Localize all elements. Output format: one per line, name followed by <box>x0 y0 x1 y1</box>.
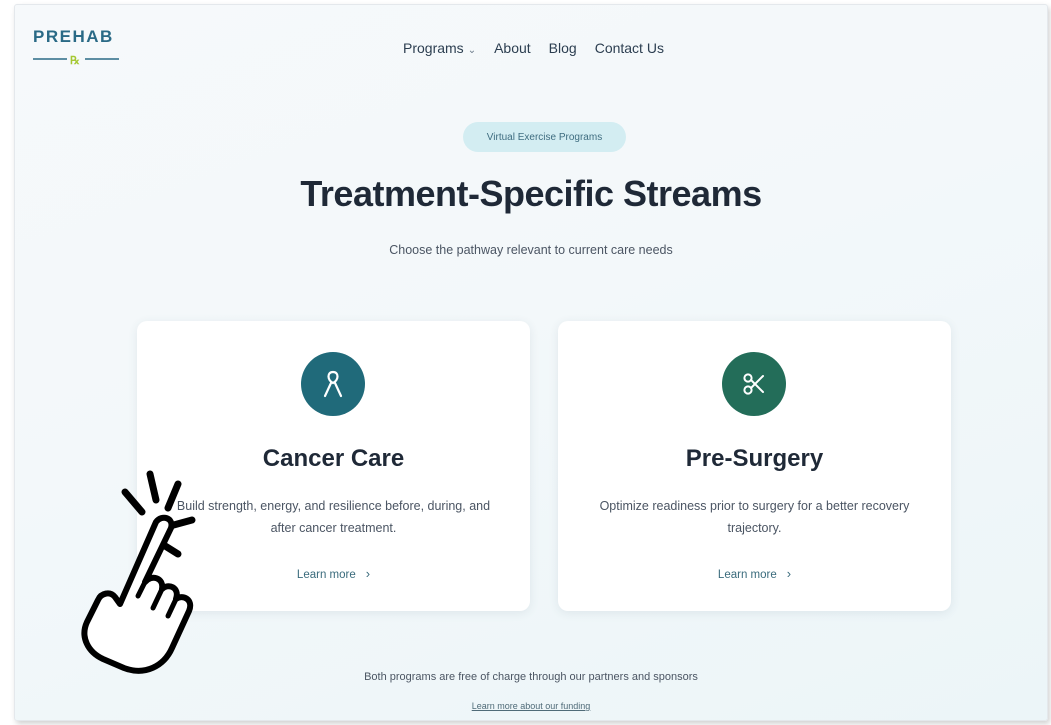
nav-programs[interactable]: Programs ⌄ <box>403 40 476 56</box>
logo-rx-mark-icon: ℞ <box>33 55 119 67</box>
nav-blog[interactable]: Blog <box>549 40 577 56</box>
nav-contact[interactable]: Contact Us <box>595 40 664 56</box>
card-description: Optimize readiness prior to surgery for … <box>599 499 910 535</box>
logo-text: PREHAB <box>33 27 114 46</box>
chevron-right-icon: › <box>365 566 371 581</box>
funding-link[interactable]: Learn more about our funding <box>15 701 1047 711</box>
ribbon-icon <box>301 352 365 416</box>
chevron-down-icon: ⌄ <box>467 45 477 56</box>
prehab-logo[interactable]: PREHAB ℞ <box>33 27 123 71</box>
learn-more-label: Learn more <box>717 569 777 581</box>
learn-more-label: Learn more <box>296 569 356 581</box>
program-card-pre-surgery[interactable]: Pre-Surgery Optimize readiness prior to … <box>558 321 951 611</box>
scissors-icon <box>722 352 786 416</box>
main-nav: Programs ⌄ About Blog Contact Us <box>403 40 664 56</box>
nav-about[interactable]: About <box>494 40 531 56</box>
learn-more-link[interactable]: Learn more › <box>558 566 951 581</box>
page-subtitle: Choose the pathway relevant to current c… <box>389 243 673 257</box>
svg-text:℞: ℞ <box>70 55 80 67</box>
chevron-right-icon: › <box>786 566 792 581</box>
page-title: Treatment-Specific Streams <box>300 173 762 214</box>
card-title: Pre-Surgery <box>685 445 824 472</box>
section-badge: Virtual Exercise Programs <box>463 122 626 152</box>
nav-programs-label: Programs <box>403 40 464 56</box>
pointing-hand-click-icon <box>81 470 196 674</box>
